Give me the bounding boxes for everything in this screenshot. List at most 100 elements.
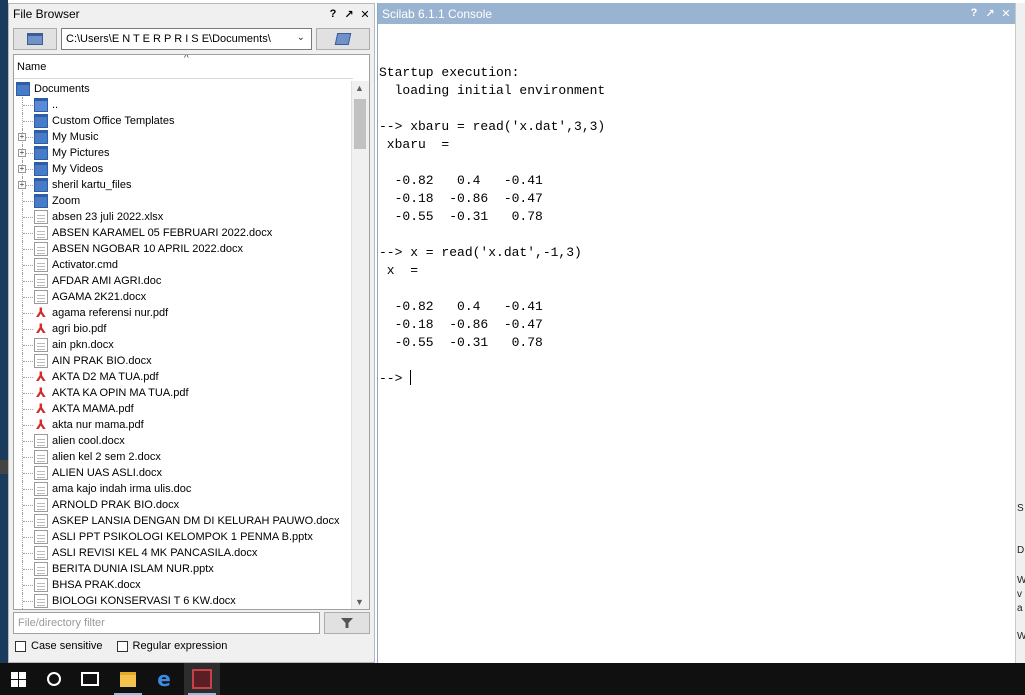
file-list-item[interactable]: AFDAR AMI AGRI.doc: [14, 273, 353, 289]
expand-icon[interactable]: +: [18, 181, 26, 189]
help-button[interactable]: ?: [328, 8, 338, 21]
checkbox-box[interactable]: [116, 640, 128, 652]
file-name: AIN PRAK BIO.docx: [52, 355, 152, 367]
browse-folder-button[interactable]: [13, 28, 57, 50]
file-list-item[interactable]: ⅄ AKTA D2 MA TUA.pdf: [14, 369, 353, 385]
filter-button[interactable]: [324, 612, 370, 634]
document-file-icon: [34, 274, 48, 288]
folder-icon: [34, 146, 48, 160]
file-list-item[interactable]: AIN PRAK BIO.docx: [14, 353, 353, 369]
folder-icon: [34, 130, 48, 144]
file-list-item[interactable]: absen 23 juli 2022.xlsx: [14, 209, 353, 225]
file-tree: Documents.. Custom Office Templates + My Mu…: [14, 81, 353, 609]
file-list-item[interactable]: + My Videos: [14, 161, 353, 177]
path-value: C:\Users\E N T E R P R I S E\Documents\: [66, 33, 271, 45]
filter-row: File/directory filter: [13, 612, 370, 636]
file-list-item[interactable]: alien cool.docx: [14, 433, 353, 449]
windows-logo-icon: [10, 671, 26, 687]
file-name: agri bio.pdf: [52, 323, 107, 335]
file-list-item[interactable]: ama kajo indah irma ulis.doc: [14, 481, 353, 497]
filter-input[interactable]: File/directory filter: [13, 612, 320, 634]
file-list-item[interactable]: ..: [14, 97, 353, 113]
help-button[interactable]: ?: [969, 7, 979, 20]
change-directory-button[interactable]: [316, 28, 370, 50]
file-list-item[interactable]: ⅄ agri bio.pdf: [14, 321, 353, 337]
close-button[interactable]: ✕: [1001, 7, 1011, 20]
scroll-up-icon[interactable]: ▲: [355, 83, 364, 93]
edge-button[interactable]: e: [146, 663, 182, 695]
start-button[interactable]: [0, 663, 36, 695]
expand-icon[interactable]: +: [18, 149, 26, 157]
file-list-item[interactable]: BIOLOGI KONSERVASI T 6 KW.docx: [14, 593, 353, 609]
tree-connector: [23, 377, 33, 378]
tree-connector: [23, 601, 33, 602]
tree-connector: [23, 201, 33, 202]
file-list-item[interactable]: BERITA DUNIA ISLAM NUR.pptx: [14, 561, 353, 577]
document-file-icon: [34, 226, 48, 240]
partial-text: v: [1017, 589, 1022, 600]
task-view-button[interactable]: [72, 663, 108, 695]
scilab-button[interactable]: [184, 663, 220, 695]
filter-options: Case sensitive Regular expression: [15, 640, 227, 652]
file-list-item[interactable]: Activator.cmd: [14, 257, 353, 273]
file-name: ASKEP LANSIA DENGAN DM DI KELURAH PAUWO.…: [52, 515, 340, 527]
file-name: Zoom: [52, 195, 81, 207]
file-name: BHSA PRAK.docx: [52, 579, 141, 591]
file-list-item[interactable]: ARNOLD PRAK BIO.docx: [14, 497, 353, 513]
close-button[interactable]: ✕: [360, 8, 370, 21]
undock-button[interactable]: ↗: [344, 8, 354, 21]
console-line: loading initial environment: [379, 83, 606, 98]
folder-icon: [34, 178, 48, 192]
file-list-item[interactable]: ALIEN UAS ASLI.docx: [14, 465, 353, 481]
undock-button[interactable]: ↗: [985, 7, 995, 20]
file-list-item[interactable]: ⅄ akta nur mama.pdf: [14, 417, 353, 433]
file-list-item[interactable]: AGAMA 2K21.docx: [14, 289, 353, 305]
file-name: My Videos: [52, 163, 104, 175]
file-list-item[interactable]: ABSEN NGOBAR 10 APRIL 2022.docx: [14, 241, 353, 257]
document-file-icon: [34, 290, 48, 304]
scroll-thumb[interactable]: [354, 99, 366, 149]
file-list-item[interactable]: Documents: [14, 81, 353, 97]
console-output[interactable]: Startup execution: loading initial envir…: [378, 24, 1015, 663]
scroll-down-icon[interactable]: ▼: [355, 597, 364, 607]
file-list-item[interactable]: + My Music: [14, 129, 353, 145]
edge-icon: e: [157, 667, 171, 691]
file-name: ABSEN NGOBAR 10 APRIL 2022.docx: [52, 243, 243, 255]
tree-connector: [23, 393, 33, 394]
tree-connector: [23, 313, 33, 314]
file-name: AKTA MAMA.pdf: [52, 403, 134, 415]
checkbox-box[interactable]: [15, 640, 26, 652]
file-list-item[interactable]: ASKEP LANSIA DENGAN DM DI KELURAH PAUWO.…: [14, 513, 353, 529]
file-list-item[interactable]: Zoom: [14, 193, 353, 209]
path-combo[interactable]: C:\Users\E N T E R P R I S E\Documents\ …: [61, 28, 312, 50]
file-list-item[interactable]: ⅄ AKTA KA OPIN MA TUA.pdf: [14, 385, 353, 401]
path-row: C:\Users\E N T E R P R I S E\Documents\ …: [13, 28, 370, 52]
chevron-down-icon[interactable]: ⌄: [297, 32, 305, 43]
tree-connector: [23, 281, 33, 282]
file-list-item[interactable]: ⅄ agama referensi nur.pdf: [14, 305, 353, 321]
file-list-item[interactable]: alien kel 2 sem 2.docx: [14, 449, 353, 465]
file-list-item[interactable]: BHSA PRAK.docx: [14, 577, 353, 593]
file-list-item[interactable]: ASLI REVISI KEL 4 MK PANCASILA.docx: [14, 545, 353, 561]
file-name: Activator.cmd: [52, 259, 119, 271]
console-line: x =: [379, 263, 419, 278]
file-list-item[interactable]: ⅄ AKTA MAMA.pdf: [14, 401, 353, 417]
file-list-item[interactable]: ABSEN KARAMEL 05 FEBRUARI 2022.docx: [14, 225, 353, 241]
file-list-item[interactable]: Custom Office Templates: [14, 113, 353, 129]
file-browser-title-buttons: ? ↗ ✕: [328, 8, 370, 21]
expand-icon[interactable]: +: [18, 165, 26, 173]
regular-expression-checkbox[interactable]: Regular expression: [116, 640, 227, 652]
vertical-scrollbar[interactable]: ▲ ▼: [351, 81, 369, 609]
file-list-item[interactable]: ain pkn.docx: [14, 337, 353, 353]
partial-text: D: [1017, 545, 1025, 556]
case-sensitive-checkbox[interactable]: Case sensitive: [15, 640, 103, 652]
expand-icon[interactable]: +: [18, 133, 26, 141]
file-list-item[interactable]: ASLI PPT PSIKOLOGI KELOMPOK 1 PENMA B.pp…: [14, 529, 353, 545]
file-explorer-button[interactable]: [110, 663, 146, 695]
search-button[interactable]: [36, 663, 72, 695]
folder-icon: [27, 33, 43, 45]
column-header-name[interactable]: Name ^: [14, 55, 353, 79]
file-list-item[interactable]: + sheril kartu_files: [14, 177, 353, 193]
file-list-item[interactable]: + My Pictures: [14, 145, 353, 161]
document-file-icon: [34, 450, 48, 464]
